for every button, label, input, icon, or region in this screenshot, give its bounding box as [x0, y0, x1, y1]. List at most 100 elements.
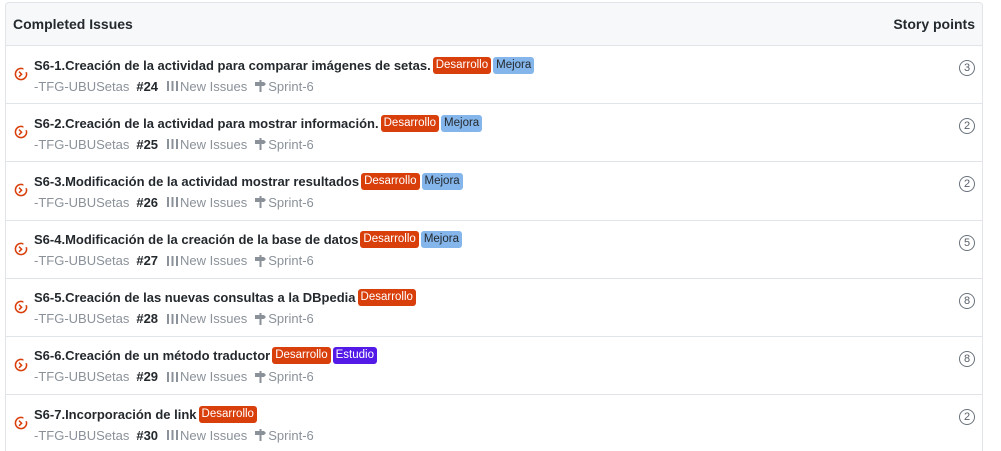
issue-milestone[interactable]: Sprint-6	[268, 253, 314, 268]
issue-content: S6-6.Creación de un método traductor Des…	[34, 346, 942, 388]
issue-milestone[interactable]: Sprint-6	[268, 369, 314, 384]
issue-number[interactable]: #25	[136, 137, 158, 152]
issue-title[interactable]: S6-1.Creación de la actividad para compa…	[34, 58, 431, 73]
issue-title-line: S6-3.Modificación de la actividad mostra…	[34, 171, 942, 191]
issue-content: S6-3.Modificación de la actividad mostra…	[34, 171, 942, 213]
panel-title: Completed Issues	[13, 16, 133, 32]
story-points-badge: 3	[959, 60, 975, 76]
milestone-icon	[255, 80, 267, 92]
issue-meta: -TFG-UBUSetas #29 New Issues Sprint-6	[34, 366, 942, 388]
issue-title[interactable]: S6-6.Creación de un método traductor	[34, 348, 270, 363]
issue-repo[interactable]: -TFG-UBUSetas	[34, 369, 129, 384]
issue-title[interactable]: S6-4.Modificación de la creación de la b…	[34, 232, 358, 247]
issue-row: S6-5.Creación de las nuevas consultas a …	[6, 279, 982, 337]
issue-row: S6-7.Incorporación de link Desarrollo -T…	[6, 395, 982, 451]
label-desarrollo[interactable]: Desarrollo	[432, 56, 492, 74]
issue-row: S6-4.Modificación de la creación de la b…	[6, 221, 982, 279]
project-icon	[167, 255, 179, 266]
closed-issue-icon	[14, 299, 28, 314]
issue-project[interactable]: New Issues	[180, 79, 247, 94]
milestone-icon	[255, 196, 267, 209]
issue-repo[interactable]: -TFG-UBUSetas	[34, 253, 129, 268]
issue-number[interactable]: #30	[136, 428, 158, 443]
issue-content: S6-5.Creación de las nuevas consultas a …	[34, 288, 942, 330]
issue-title[interactable]: S6-3.Modificación de la actividad mostra…	[34, 174, 359, 189]
issue-repo[interactable]: -TFG-UBUSetas	[34, 311, 129, 326]
milestone-icon	[255, 370, 267, 383]
project-icon	[167, 430, 179, 441]
issue-project[interactable]: New Issues	[180, 428, 247, 443]
issue-number[interactable]: #28	[136, 311, 158, 326]
story-points-header: Story points	[893, 16, 975, 32]
closed-issue-icon	[14, 183, 28, 197]
issue-repo[interactable]: -TFG-UBUSetas	[34, 79, 129, 94]
story-points-badge: 2	[959, 176, 975, 193]
label-desarrollo[interactable]: Desarrollo	[357, 289, 416, 307]
issue-repo[interactable]: -TFG-UBUSetas	[34, 137, 129, 152]
project-icon	[167, 139, 179, 150]
issue-meta: -TFG-UBUSetas #25 New Issues Sprint-6	[34, 133, 942, 155]
issue-row: S6-3.Modificación de la actividad mostra…	[6, 162, 982, 221]
label-desarrollo[interactable]: Desarrollo	[272, 347, 331, 365]
issue-milestone[interactable]: Sprint-6	[268, 137, 314, 152]
issue-milestone[interactable]: Sprint-6	[268, 311, 314, 326]
label-estudio[interactable]: Estudio	[332, 347, 377, 365]
issue-milestone[interactable]: Sprint-6	[268, 428, 314, 443]
issue-meta: -TFG-UBUSetas #27 New Issues Sprint-6	[34, 250, 942, 272]
issue-number[interactable]: #29	[136, 369, 158, 384]
issue-project[interactable]: New Issues	[180, 369, 247, 384]
story-points-badge: 2	[959, 118, 975, 135]
story-points-badge: 8	[959, 350, 975, 367]
closed-issue-icon	[14, 125, 28, 139]
closed-issue-icon	[14, 67, 28, 81]
issue-content: S6-2.Creación de la actividad para mostr…	[34, 113, 942, 155]
issue-number[interactable]: #26	[136, 195, 158, 210]
issue-project[interactable]: New Issues	[180, 195, 247, 210]
panel-header: Completed Issues Story points	[6, 3, 982, 46]
issue-number[interactable]: #24	[136, 79, 158, 94]
label-desarrollo[interactable]: Desarrollo	[380, 114, 440, 132]
issue-title[interactable]: S6-2.Creación de la actividad para mostr…	[34, 116, 379, 131]
issue-meta: -TFG-UBUSetas #28 New Issues Sprint-6	[34, 308, 942, 330]
label-mejora[interactable]: Mejora	[493, 56, 535, 74]
issue-meta: -TFG-UBUSetas #24 New Issues Sprint-6	[34, 75, 942, 97]
story-points-badge: 2	[959, 409, 975, 426]
issue-row: S6-6.Creación de un método traductor Des…	[6, 337, 982, 396]
issue-title[interactable]: S6-5.Creación de las nuevas consultas a …	[34, 290, 356, 305]
milestone-icon	[255, 138, 267, 151]
label-mejora[interactable]: Mejora	[441, 114, 483, 132]
project-icon	[167, 371, 179, 382]
issue-meta: -TFG-UBUSetas #26 New Issues Sprint-6	[34, 191, 942, 213]
issue-list: S6-1.Creación de la actividad para compa…	[6, 46, 982, 451]
issue-row: S6-1.Creación de la actividad para compa…	[6, 46, 982, 105]
issue-title-line: S6-2.Creación de la actividad para mostr…	[34, 113, 942, 133]
closed-issue-icon	[14, 357, 28, 372]
issue-title-line: S6-1.Creación de la actividad para compa…	[34, 55, 942, 75]
issue-content: S6-1.Creación de la actividad para compa…	[34, 55, 942, 97]
issue-row: S6-2.Creación de la actividad para mostr…	[6, 104, 982, 163]
label-desarrollo[interactable]: Desarrollo	[198, 405, 257, 423]
issue-title-line: S6-4.Modificación de la creación de la b…	[34, 230, 942, 250]
issue-content: S6-4.Modificación de la creación de la b…	[34, 230, 942, 272]
project-icon	[167, 81, 179, 91]
issue-milestone[interactable]: Sprint-6	[268, 195, 314, 210]
issue-milestone[interactable]: Sprint-6	[268, 79, 314, 94]
issue-repo[interactable]: -TFG-UBUSetas	[34, 428, 129, 443]
issue-number[interactable]: #27	[136, 253, 158, 268]
milestone-icon	[255, 429, 267, 442]
label-mejora[interactable]: Mejora	[420, 231, 462, 249]
issue-title[interactable]: S6-7.Incorporación de link	[34, 407, 197, 422]
issue-title-line: S6-7.Incorporación de link Desarrollo	[34, 404, 942, 424]
issue-project[interactable]: New Issues	[180, 137, 247, 152]
issue-title-line: S6-6.Creación de un método traductor Des…	[34, 346, 942, 366]
story-points-badge: 8	[959, 292, 975, 309]
milestone-icon	[255, 254, 267, 267]
issue-project[interactable]: New Issues	[180, 311, 247, 326]
label-mejora[interactable]: Mejora	[421, 172, 463, 190]
issue-project[interactable]: New Issues	[180, 253, 247, 268]
issue-meta: -TFG-UBUSetas #30 New Issues Sprint-6	[34, 424, 942, 446]
label-desarrollo[interactable]: Desarrollo	[361, 172, 420, 190]
issue-title-line: S6-5.Creación de las nuevas consultas a …	[34, 288, 942, 308]
label-desarrollo[interactable]: Desarrollo	[360, 231, 419, 249]
issue-repo[interactable]: -TFG-UBUSetas	[34, 195, 129, 210]
